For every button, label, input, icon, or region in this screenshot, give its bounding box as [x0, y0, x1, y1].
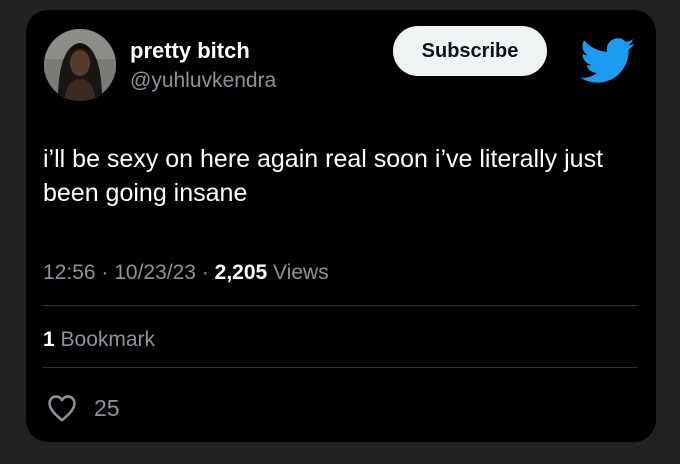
- bookmark-count: 1: [43, 328, 55, 351]
- divider: [43, 367, 637, 368]
- subscribe-button[interactable]: Subscribe: [393, 26, 547, 76]
- views-label: Views: [267, 261, 329, 284]
- like-count: 25: [94, 395, 120, 421]
- heart-icon[interactable]: [46, 394, 78, 422]
- tweet-card: pretty bitch @yuhluvkendra Subscribe i’l…: [26, 10, 656, 442]
- bookmarks-stat[interactable]: 1 Bookmark: [43, 327, 155, 353]
- tweet-date[interactable]: 10/23/23: [114, 261, 196, 284]
- meta-separator: ·: [195, 261, 215, 284]
- avatar-photo: [44, 29, 116, 101]
- avatar[interactable]: [44, 29, 116, 101]
- tweet-time[interactable]: 12:56: [43, 261, 96, 284]
- tweet-text: i’ll be sexy on here again real soon i’v…: [43, 145, 604, 207]
- views-count: 2,205: [214, 261, 268, 284]
- user-handle[interactable]: @yuhluvkendra: [130, 68, 276, 94]
- bookmark-label: Bookmark: [54, 328, 156, 351]
- divider: [43, 305, 637, 306]
- tweet-meta: 12:56 · 10/23/23 · 2,205 Views: [43, 260, 329, 286]
- like-button[interactable]: 25: [46, 393, 120, 423]
- twitter-bird-icon[interactable]: [580, 38, 636, 84]
- display-name[interactable]: pretty bitch: [130, 38, 250, 64]
- meta-separator: ·: [95, 261, 115, 284]
